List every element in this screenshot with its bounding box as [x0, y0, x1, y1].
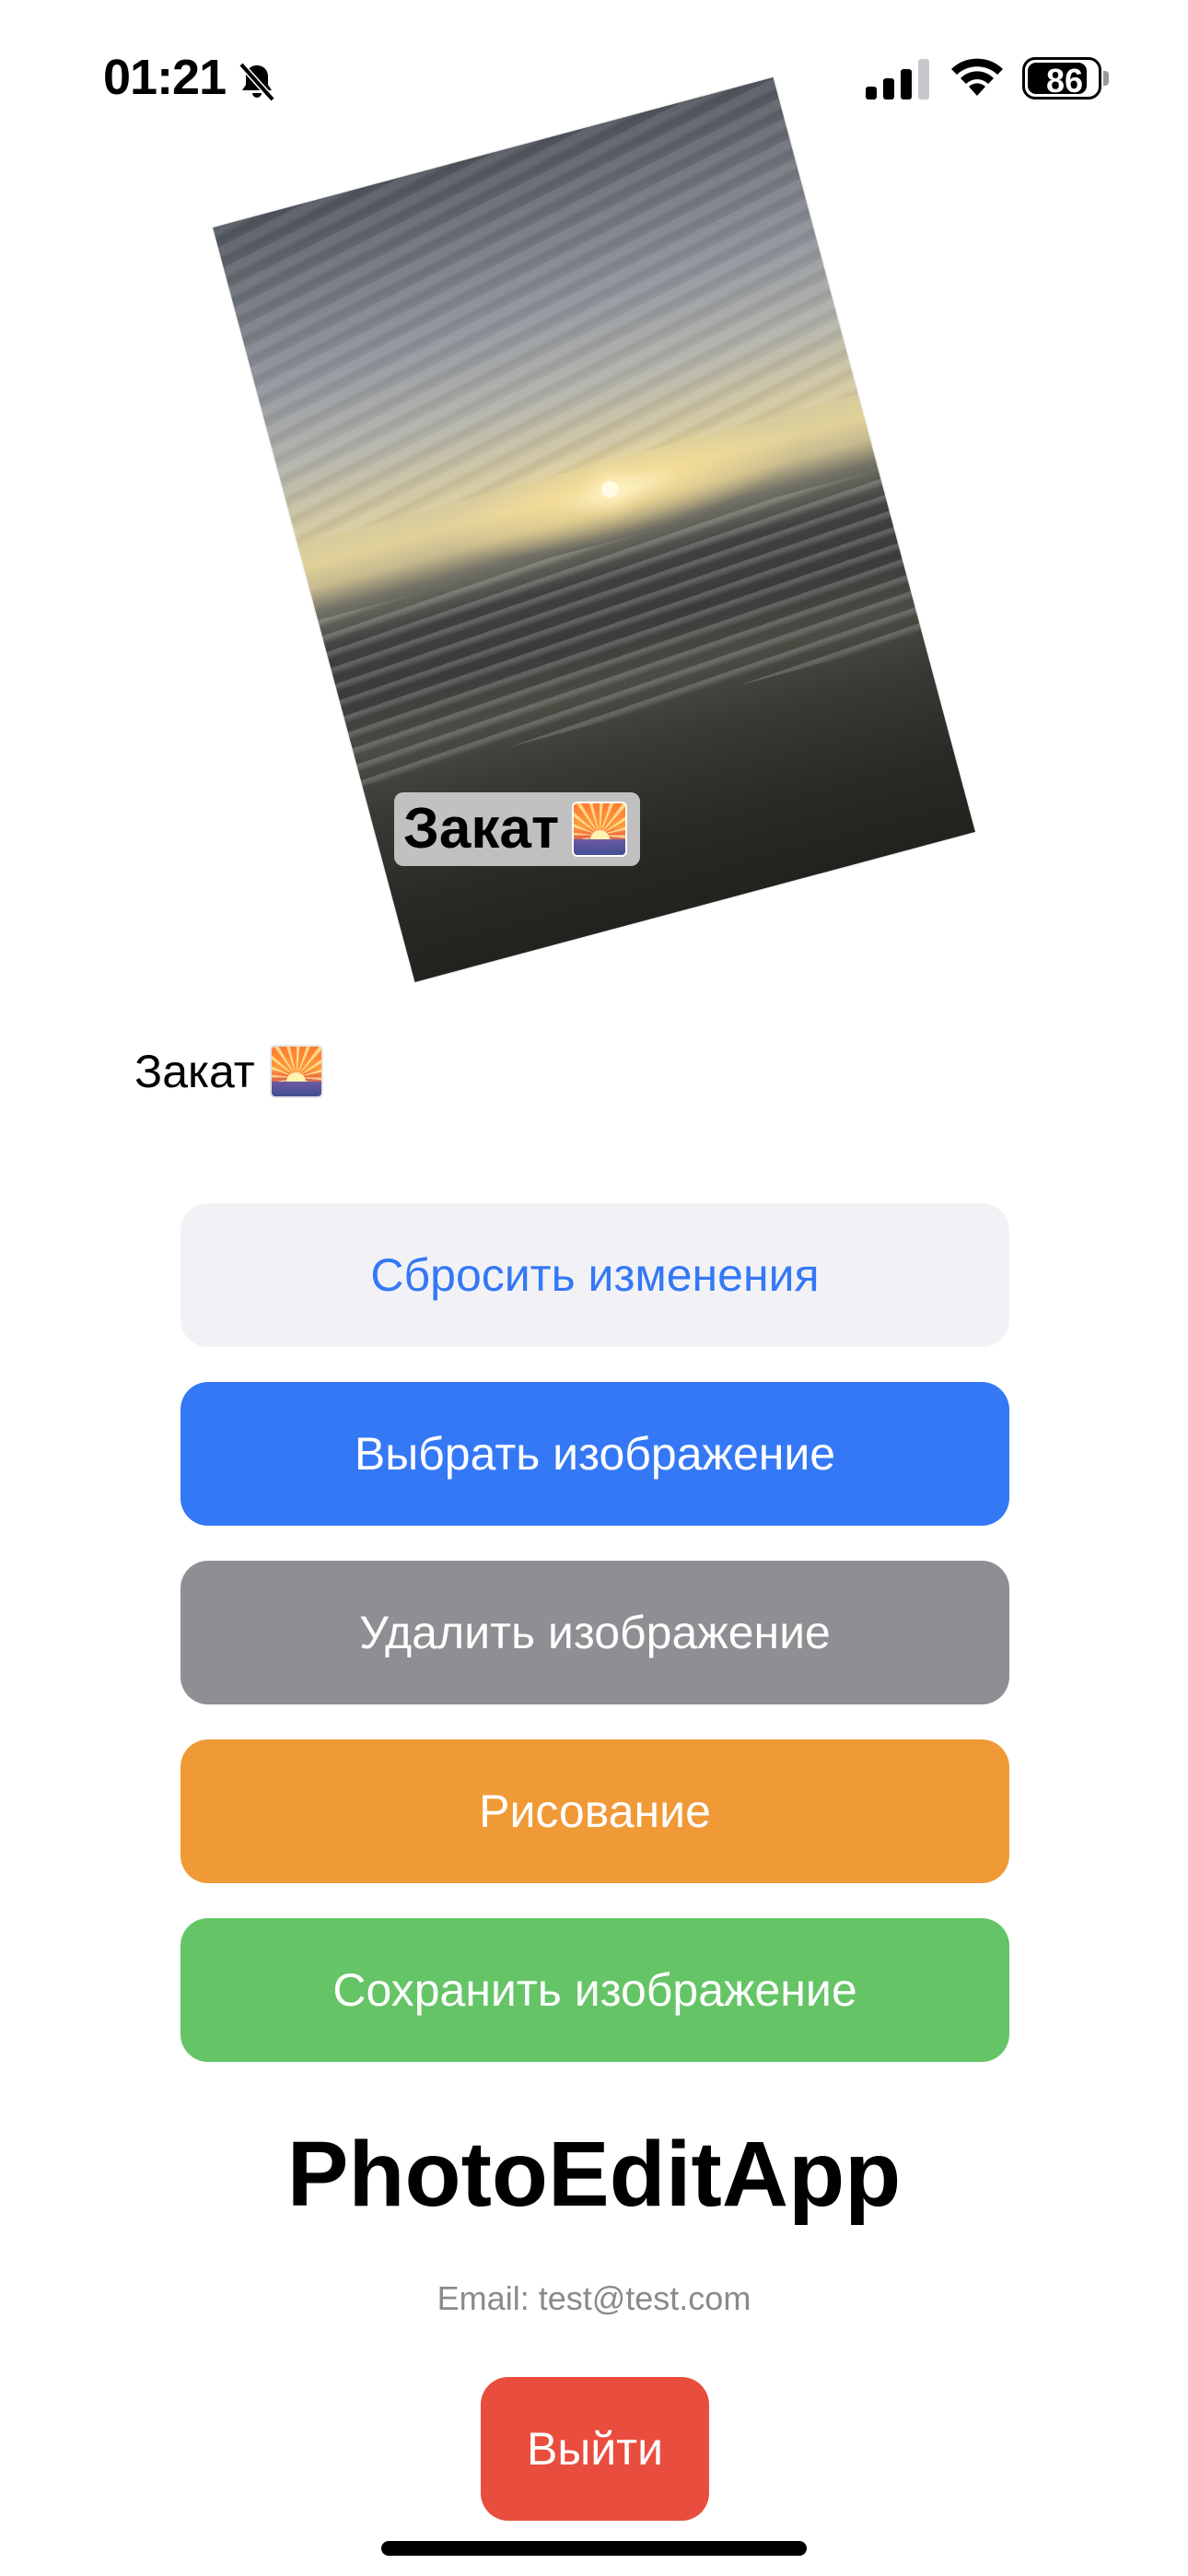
- battery-icon: 86: [1022, 57, 1109, 100]
- reset-changes-button[interactable]: Сбросить изменения: [181, 1203, 1009, 1347]
- sunset-emoji-icon: [269, 1045, 323, 1098]
- battery-level: 86: [1045, 62, 1084, 100]
- battery-body: 86: [1022, 57, 1101, 100]
- delete-image-button[interactable]: Удалить изображение: [181, 1561, 1009, 1704]
- caption-text: Закат: [134, 1046, 255, 1097]
- photo-label-text: Закат: [403, 797, 560, 861]
- save-image-button[interactable]: Сохранить изображение: [181, 1918, 1009, 2062]
- status-time: 01:21: [103, 50, 227, 105]
- app-title: PhotoEditApp: [286, 2123, 902, 2226]
- drawing-button[interactable]: Рисование: [181, 1739, 1009, 1883]
- battery-tip: [1103, 71, 1109, 86]
- user-email: Email: test@test.com: [437, 2279, 751, 2317]
- logout-button[interactable]: Выйти: [481, 2377, 709, 2521]
- sunset-emoji-icon: [572, 802, 628, 857]
- choose-image-button[interactable]: Выбрать изображение: [181, 1382, 1009, 1526]
- photo-text-overlay[interactable]: Закат: [394, 792, 641, 866]
- image-caption: Закат: [134, 1039, 323, 1104]
- home-indicator[interactable]: [381, 2541, 807, 2556]
